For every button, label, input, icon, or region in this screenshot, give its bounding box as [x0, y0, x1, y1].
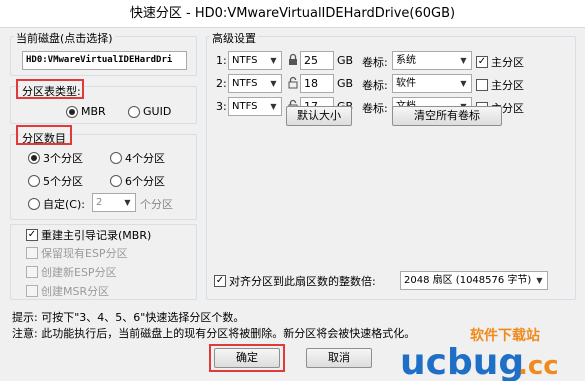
chevron-down-icon: ▼	[266, 98, 281, 115]
custom-count-value: 2	[96, 197, 103, 208]
radio-4-partitions[interactable]: 4个分区	[110, 150, 165, 166]
checkmark-icon: ✓	[476, 56, 488, 68]
unlock-icon[interactable]	[288, 76, 298, 89]
chevron-down-icon: ▼	[266, 52, 281, 69]
row-1-index: 1:	[216, 54, 227, 67]
row-2-unit: GB	[337, 77, 354, 90]
radio-4-dot	[110, 152, 122, 164]
row-2-index: 2:	[216, 77, 227, 90]
radio-6-label: 6个分区	[125, 175, 165, 188]
row-2-primary-box	[476, 79, 488, 91]
custom-count-suffix: 个分区	[140, 198, 173, 211]
ucbug-watermark-logo: 软件下载站 ucbug .cc	[400, 327, 559, 381]
rebuild-mbr-label: 重建主引导记录(MBR)	[41, 229, 152, 242]
align-label: 对齐分区到此扇区数的整数倍:	[229, 275, 376, 288]
current-disk-field[interactable]: HD0:VMwareVirtualIDEHardDri	[22, 51, 187, 70]
align-checkbox[interactable]: ✓ 对齐分区到此扇区数的整数倍:	[214, 273, 376, 289]
tip-text: 提示: 可按下"3、4、5、6"快速选择分区个数。	[12, 311, 245, 324]
radio-5-partitions[interactable]: 5个分区	[28, 173, 83, 189]
watermark-text-2: ucbug	[400, 342, 524, 381]
row-1-primary-checkbox[interactable]: ✓ 主分区	[476, 54, 524, 70]
radio-guid-label: GUID	[143, 105, 172, 118]
partition-type-highlight	[16, 79, 84, 99]
row-1-volume-select[interactable]: 系统 ▼	[392, 51, 472, 70]
partition-count-highlight	[16, 125, 72, 145]
radio-6-dot	[110, 175, 122, 187]
ok-button[interactable]: 确定	[214, 348, 280, 368]
radio-3-dot	[28, 152, 40, 164]
checkmark-icon: ✓	[26, 229, 38, 241]
custom-count-select[interactable]: 2 ▼	[92, 193, 136, 212]
row-1-primary-label: 主分区	[491, 56, 524, 69]
chevron-down-icon: ▼	[532, 272, 547, 289]
create-esp-label: 创建新ESP分区	[41, 266, 117, 279]
radio-custom-label: 自定(C):	[43, 198, 85, 211]
lock-icon[interactable]	[288, 53, 298, 66]
chevron-down-icon: ▼	[266, 75, 281, 92]
row-1-unit: GB	[337, 54, 354, 67]
chevron-down-icon: ▼	[120, 194, 135, 211]
row-1-fs-select[interactable]: NTFS ▼	[228, 51, 282, 70]
row-2-primary-label: 主分区	[491, 79, 524, 92]
row-1-volume: 系统	[396, 55, 416, 66]
watermark-text-3: .cc	[518, 351, 559, 381]
row-3-index: 3:	[216, 100, 227, 113]
window-title: 快速分区 - HD0:VMwareVirtualIDEHardDrive(60G…	[0, 0, 585, 28]
radio-5-label: 5个分区	[43, 175, 83, 188]
radio-mbr-dot	[66, 105, 78, 118]
chevron-down-icon: ▼	[456, 75, 471, 92]
radio-5-dot	[28, 175, 40, 187]
radio-guid[interactable]: GUID	[128, 105, 171, 118]
row-3-fs: NTFS	[232, 101, 258, 112]
row-2-volume-prefix: 卷标:	[362, 79, 388, 92]
rebuild-mbr-checkbox[interactable]: ✓ 重建主引导记录(MBR)	[26, 227, 151, 243]
radio-custom-partitions[interactable]: 自定(C):	[28, 196, 85, 212]
radio-custom-dot	[28, 198, 40, 210]
radio-mbr-label: MBR	[81, 105, 106, 118]
row-1-size-input[interactable]: 25	[300, 51, 334, 70]
radio-guid-dot	[128, 105, 140, 118]
keep-esp-box	[26, 247, 38, 259]
row-1-volume-prefix: 卷标:	[362, 56, 388, 69]
disk-group-title: 当前磁盘(点击选择)	[14, 30, 115, 46]
row-3-volume-prefix: 卷标:	[362, 102, 388, 115]
align-sector-select[interactable]: 2048 扇区 (1048576 字节) ▼	[400, 271, 548, 290]
default-size-button[interactable]: 默认大小	[286, 106, 352, 126]
keep-esp-label: 保留现有ESP分区	[41, 247, 128, 260]
radio-4-label: 4个分区	[125, 152, 165, 165]
radio-3-label: 3个分区	[43, 152, 83, 165]
keep-esp-checkbox[interactable]: 保留现有ESP分区	[26, 245, 128, 261]
align-sector-value: 2048 扇区 (1048576 字节)	[404, 275, 532, 286]
radio-3-partitions[interactable]: 3个分区	[28, 150, 83, 166]
row-3-fs-select[interactable]: NTFS ▼	[228, 97, 282, 116]
cancel-button[interactable]: 取消	[306, 348, 372, 368]
radio-mbr[interactable]: MBR	[66, 105, 106, 118]
create-esp-box	[26, 266, 38, 278]
chevron-down-icon: ▼	[456, 52, 471, 69]
create-msr-box	[26, 285, 38, 297]
radio-6-partitions[interactable]: 6个分区	[110, 173, 165, 189]
advanced-title: 高级设置	[210, 30, 258, 46]
create-esp-checkbox[interactable]: 创建新ESP分区	[26, 264, 117, 280]
row-1-fs: NTFS	[232, 55, 258, 66]
clear-labels-button[interactable]: 清空所有卷标	[392, 106, 502, 126]
row-2-fs: NTFS	[232, 78, 258, 89]
row-2-fs-select[interactable]: NTFS ▼	[228, 74, 282, 93]
dialog-body: 当前磁盘(点击选择) HD0:VMwareVirtualIDEHardDri 分…	[0, 28, 585, 381]
checkmark-icon: ✓	[214, 275, 226, 287]
row-2-primary-checkbox[interactable]: 主分区	[476, 77, 524, 93]
create-msr-checkbox[interactable]: 创建MSR分区	[26, 283, 109, 299]
row-2-volume-select[interactable]: 软件 ▼	[392, 74, 472, 93]
note-text: 注意: 此功能执行后，当前磁盘上的现有分区将被删除。新分区将会被快速格式化。	[12, 327, 416, 340]
row-2-size-input[interactable]: 18	[300, 74, 334, 93]
create-msr-label: 创建MSR分区	[41, 285, 110, 298]
row-2-volume: 软件	[396, 78, 416, 89]
